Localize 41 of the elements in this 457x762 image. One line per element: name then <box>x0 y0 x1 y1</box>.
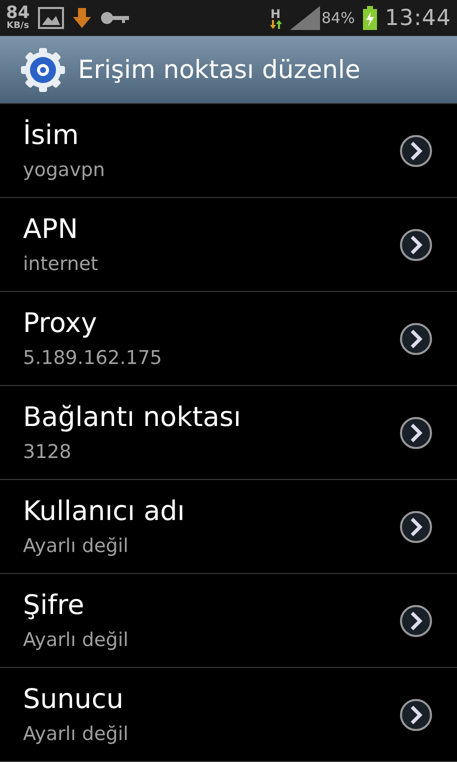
chevron-icon <box>399 698 433 732</box>
setting-item[interactable]: Kullanıcı adı Ayarlı değil <box>0 480 457 574</box>
screen-title: Erişim noktası düzenle <box>78 54 360 86</box>
setting-label: Kullanıcı adı <box>23 494 186 528</box>
network-type-text: H <box>270 8 281 20</box>
data-arrows-icon <box>270 20 282 28</box>
speed-text: 84 <box>6 5 30 22</box>
battery-percent: 84% <box>322 8 355 29</box>
setting-label: Şifre <box>23 588 86 622</box>
setting-label: APN <box>23 212 79 246</box>
chevron-icon <box>399 416 433 450</box>
download-icon <box>72 7 92 29</box>
setting-item[interactable]: Sunucu Ayarlı değil <box>0 668 457 762</box>
setting-item[interactable]: Bağlantı noktası 3128 <box>0 386 457 480</box>
key-icon <box>100 10 130 26</box>
signal-icon <box>290 6 320 30</box>
chevron-icon <box>399 322 433 356</box>
setting-item[interactable]: İsim yogavpn <box>0 104 457 198</box>
gear-icon <box>20 46 66 92</box>
setting-value: 3128 <box>23 440 72 464</box>
setting-label: Bağlantı noktası <box>23 400 242 434</box>
setting-label: İsim <box>23 118 80 152</box>
setting-value: Ayarlı değil <box>23 534 130 558</box>
chevron-icon <box>399 134 433 168</box>
chevron-icon <box>399 604 433 638</box>
clock-text: 13:44 <box>384 4 451 32</box>
setting-value: internet <box>23 252 100 276</box>
image-icon <box>38 7 64 29</box>
setting-value: yogavpn <box>23 158 106 182</box>
chevron-icon <box>399 228 433 262</box>
setting-label: Sunucu <box>23 682 124 716</box>
setting-item[interactable]: Proxy 5.189.162.175 <box>0 292 457 386</box>
setting-value: 5.189.162.175 <box>23 346 164 370</box>
charging-battery-icon <box>362 6 377 30</box>
setting-label: Proxy <box>23 306 98 340</box>
chevron-icon <box>399 510 433 544</box>
setting-value: Ayarlı değil <box>23 628 130 652</box>
setting-value: Ayarlı değil <box>23 722 130 746</box>
setting-item[interactable]: Şifre Ayarlı değil <box>0 574 457 668</box>
speed-unit-text: KB/s <box>6 22 30 31</box>
setting-item[interactable]: APN internet <box>0 198 457 292</box>
